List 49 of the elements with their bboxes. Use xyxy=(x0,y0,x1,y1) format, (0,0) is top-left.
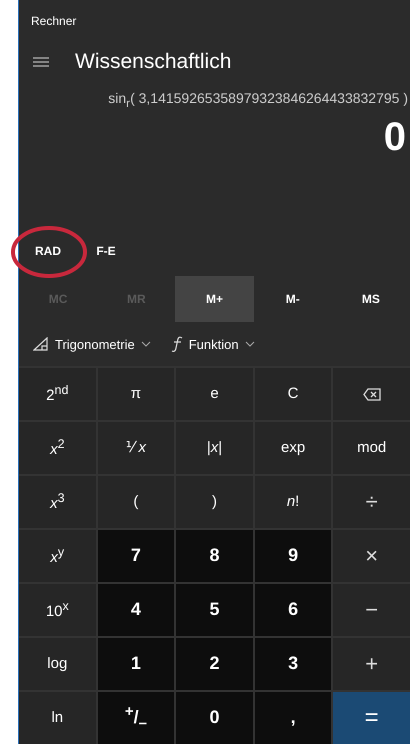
key-button[interactable]: log xyxy=(19,638,96,690)
key-button[interactable]: 10$^{x}$ xyxy=(19,584,96,636)
memory-button[interactable]: MS xyxy=(332,276,410,322)
key-button[interactable]: 5 xyxy=(176,584,253,636)
window-title: Rechner xyxy=(31,14,76,28)
key-button[interactable]: − xyxy=(333,584,410,636)
expression: sin$_{r}$( 3,14159265358979323846264433832795 ) xyxy=(108,90,408,106)
memory-button[interactable]: M+ xyxy=(175,276,254,322)
dropdown-button[interactable]: Funktion xyxy=(166,332,259,356)
chevron-down-icon xyxy=(140,341,151,347)
mode-title: Wissenschaftlich xyxy=(75,50,232,74)
menu-icon[interactable] xyxy=(33,57,49,67)
key-button[interactable]: e xyxy=(176,368,253,420)
key-button[interactable]: |x| xyxy=(176,422,253,474)
key-button[interactable]: = xyxy=(333,692,410,744)
key-button[interactable]: mod xyxy=(333,422,410,474)
key-button[interactable]: x$^{3}$ xyxy=(19,476,96,528)
key-button[interactable]: 6 xyxy=(254,584,332,636)
result-display: 0 xyxy=(384,115,406,159)
key-button[interactable]: $^{+}$/$_{–}$ xyxy=(98,692,174,744)
key-button[interactable]: 2 xyxy=(176,638,253,690)
key-button[interactable]: , xyxy=(254,692,332,744)
key-button[interactable]: x$^{2}$ xyxy=(19,422,96,474)
key-button[interactable]: 3 xyxy=(254,638,332,690)
backspace-icon xyxy=(362,388,381,400)
key-button[interactable]: ( xyxy=(98,476,174,528)
key-button[interactable]: n! xyxy=(254,476,332,528)
function-icon xyxy=(170,336,183,352)
key-button[interactable]: exp xyxy=(254,422,332,474)
triangle-icon xyxy=(33,337,49,351)
key-button[interactable]: 2$^{nd}$ xyxy=(19,368,96,420)
key-button[interactable]: + xyxy=(333,638,410,690)
dropdown-button[interactable]: Trigonometrie xyxy=(29,332,155,356)
key-button[interactable]: 7 xyxy=(98,530,174,582)
mode-button[interactable]: F-E xyxy=(92,238,120,264)
key-button[interactable]: π xyxy=(98,368,174,420)
key-button[interactable]: ln xyxy=(19,692,96,744)
key-button[interactable]: x$^{y}$ xyxy=(19,530,96,582)
chevron-down-icon xyxy=(244,341,255,347)
memory-button[interactable]: M- xyxy=(254,276,332,322)
key-button[interactable]: 1 xyxy=(98,638,174,690)
key-button[interactable]: C xyxy=(254,368,332,420)
key-button[interactable]: 9 xyxy=(254,530,332,582)
key-button[interactable]: × xyxy=(333,530,410,582)
key-button[interactable]: 0 xyxy=(176,692,253,744)
key-button[interactable]: ) xyxy=(176,476,253,528)
key-button[interactable]: 8 xyxy=(176,530,253,582)
key-button[interactable]: 4 xyxy=(98,584,174,636)
key-button[interactable]: ÷ xyxy=(333,476,410,528)
